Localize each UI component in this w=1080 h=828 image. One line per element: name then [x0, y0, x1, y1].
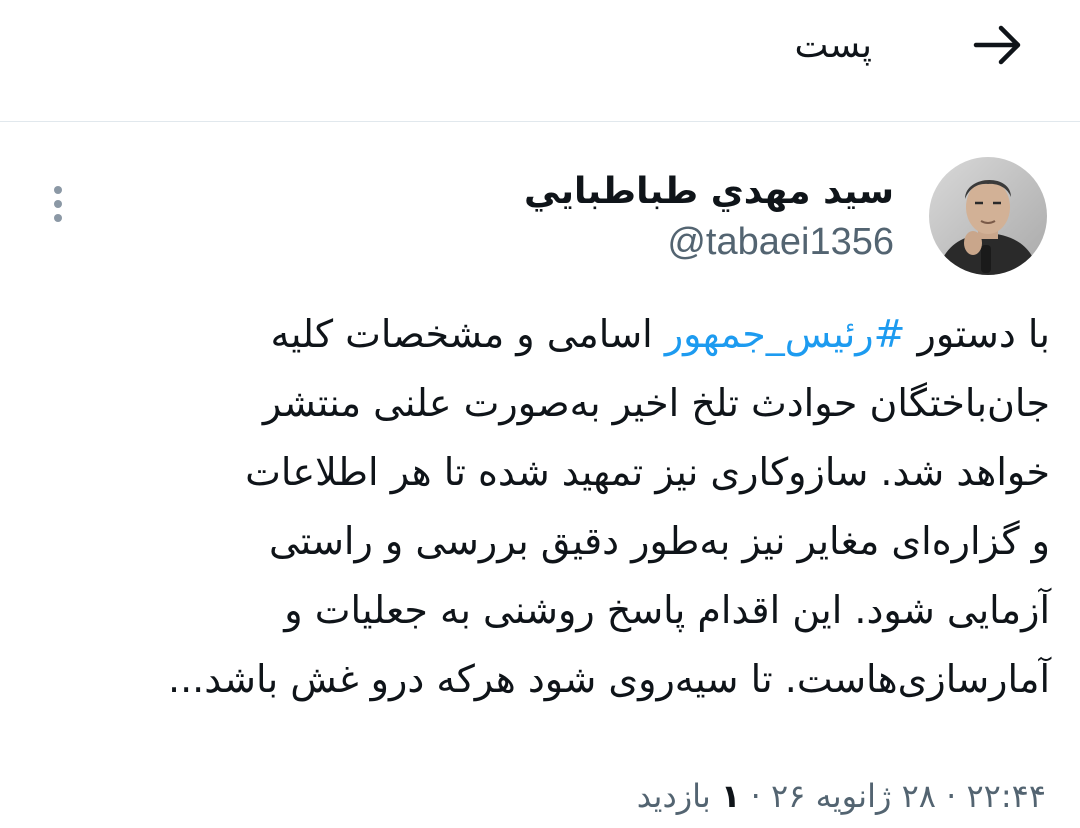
more-options-button[interactable] — [40, 182, 76, 226]
author-display-name[interactable]: سيد مهدي طباطبايي — [524, 168, 894, 216]
tweet-line: و گزاره‌ای مغایر نیز به‌طور دقیق بررسی و… — [268, 519, 1050, 563]
tweet-metadata: ۲۲:۴۴ · ۲۸ ژانویه ۲۶ · ۱ بازدید — [637, 770, 1046, 822]
arrow-right-icon — [973, 25, 1021, 65]
tweet-text: با دستور #رئیس_جمهور اسامی و مشخصات کلیه… — [40, 300, 1050, 714]
views-count: ۱ — [720, 777, 741, 815]
views-label: بازدید — [636, 777, 711, 815]
meta-separator: · — [946, 777, 957, 815]
tweet-line: آزمایی شود. این اقدام پاسخ روشنی به جعلی… — [284, 588, 1050, 632]
tweet-time[interactable]: ۲۲:۴۴ — [966, 777, 1046, 815]
user-avatar-icon — [929, 157, 1047, 275]
tweet-date[interactable]: ۲۸ ژانویه ۲۶ — [771, 777, 936, 815]
tweet-line: با دستور #رئیس_جمهور اسامی و مشخصات کلیه — [40, 300, 1050, 369]
meta-separator: · — [750, 777, 761, 815]
author-handle[interactable]: @tabaei1356 — [667, 218, 894, 266]
tweet-text-segment: اسامی و مشخصات کلیه — [270, 312, 665, 356]
tweet-line: خواهد شد. سازوکاری نیز تمهید شده تا هر ا… — [245, 450, 1050, 494]
page-title: پست — [794, 25, 872, 66]
more-vertical-icon — [54, 186, 62, 222]
tweet-text-segment: با دستور — [905, 312, 1050, 356]
hashtag-link[interactable]: #رئیس_جمهور — [665, 312, 906, 356]
avatar[interactable] — [929, 157, 1047, 275]
tweet-line: جان‌باختگان حوادث تلخ اخیر به‌صورت علنی … — [262, 381, 1050, 425]
tweet-line: آمارسازی‌هاست. تا سیه‌روی شود هرکه درو غ… — [167, 657, 1050, 701]
back-button[interactable] — [968, 18, 1028, 74]
top-bar: پست — [0, 0, 1080, 122]
